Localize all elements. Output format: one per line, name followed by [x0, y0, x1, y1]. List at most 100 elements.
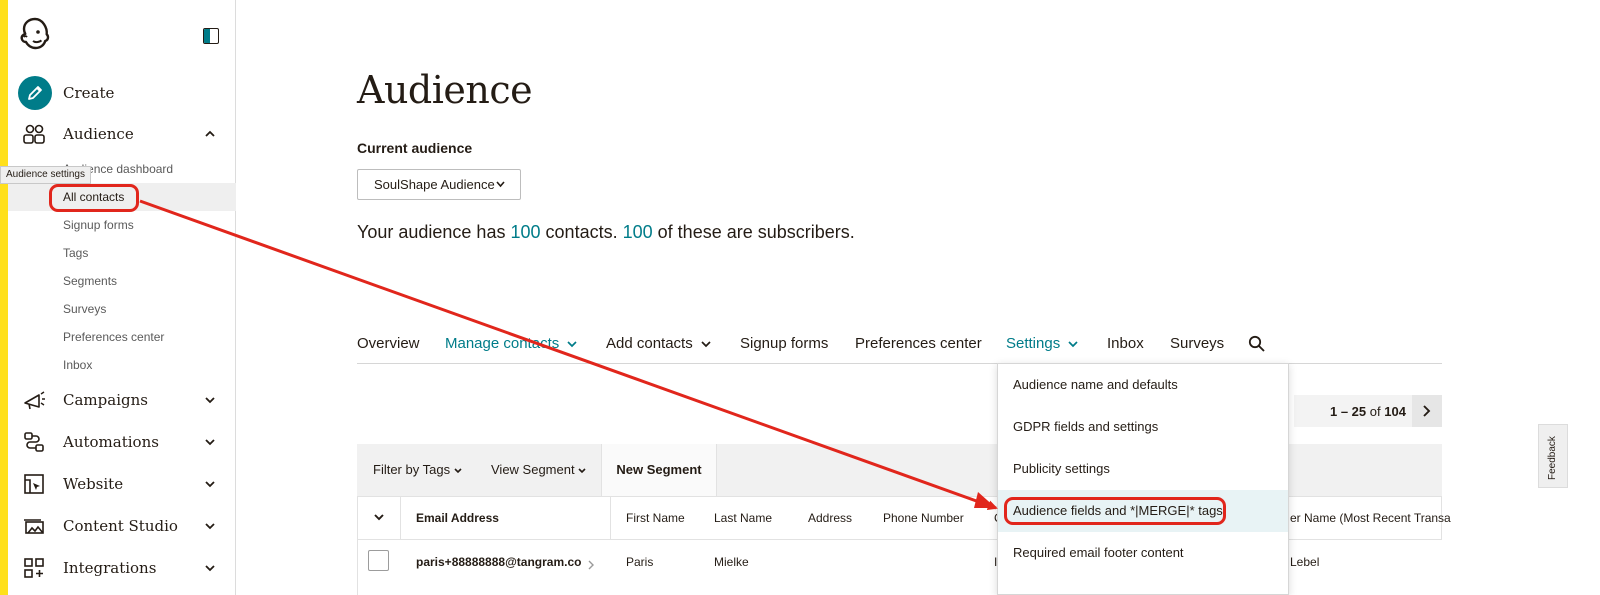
search-icon[interactable] [1248, 335, 1265, 352]
chevron-right-icon [1423, 405, 1431, 417]
chevron-down-icon [701, 340, 711, 347]
workflow-icon [24, 432, 44, 452]
annotation-highlight-all-contacts [49, 184, 139, 212]
page-of-label: of [1369, 404, 1381, 419]
brand-stripe [0, 0, 8, 595]
chevron-right-icon [588, 560, 594, 570]
tab-signup-forms[interactable]: Signup forms [740, 335, 828, 352]
sidebar-item-website[interactable]: Website [8, 466, 236, 502]
chevron-up-icon[interactable] [203, 127, 217, 141]
summary-suffix: of these are subscribers. [657, 222, 855, 242]
mailchimp-logo-icon[interactable] [18, 15, 52, 53]
tab-preferences-center[interactable]: Preferences center [855, 335, 982, 352]
summary-middle: contacts. [545, 222, 618, 242]
column-header-address[interactable]: Address [808, 511, 852, 525]
column-header-phone[interactable]: Phone Number [883, 511, 964, 525]
chevron-down-icon[interactable] [203, 519, 217, 533]
filter-by-tags-dropdown[interactable]: Filter by Tags [373, 462, 462, 477]
view-segment-dropdown[interactable]: View Segment [491, 462, 586, 477]
sidebar-item-label: Automations [63, 433, 159, 451]
sidebar-item-content-studio[interactable]: Content Studio [8, 508, 236, 544]
tab-overview[interactable]: Overview [357, 335, 420, 352]
filter-label: View Segment [491, 462, 575, 477]
current-audience-label: Current audience [357, 140, 473, 156]
column-divider [400, 497, 401, 539]
chevron-down-icon [578, 468, 586, 474]
menu-item-required-footer[interactable]: Required email footer content [998, 532, 1288, 574]
cell-last-name: Mielke [714, 555, 749, 569]
column-header-first-name[interactable]: First Name [626, 511, 685, 525]
sidebar-item-campaigns[interactable]: Campaigns [8, 382, 236, 418]
panel-icon [204, 29, 210, 43]
sidebar-item-automations[interactable]: Automations [8, 424, 236, 460]
next-page-button[interactable] [1412, 395, 1442, 427]
contacts-count-link[interactable]: 100 [510, 222, 540, 242]
chevron-down-icon [496, 181, 505, 188]
tab-label: Settings [1006, 335, 1061, 352]
megaphone-icon [24, 391, 45, 410]
tab-surveys[interactable]: Surveys [1170, 335, 1224, 352]
cell-customer-name: Lebel [1290, 555, 1320, 569]
tab-label: Add contacts [606, 335, 693, 352]
cell-first-name: Paris [626, 555, 654, 569]
sidebar-item-label: Audience [63, 125, 134, 143]
chevron-down-icon[interactable] [203, 561, 217, 575]
filter-label: Filter by Tags [373, 462, 451, 477]
sidebar-subitem-preferences-center[interactable]: Preferences center [63, 326, 164, 348]
tab-label: Manage contacts [445, 335, 560, 352]
feedback-label: Feedback [1547, 436, 1558, 480]
page-total: 104 [1384, 404, 1406, 419]
column-header-email[interactable]: Email Address [416, 511, 499, 525]
chevron-down-icon [454, 468, 462, 474]
collapse-sidebar-button[interactable] [203, 28, 219, 44]
cell-email[interactable]: paris+88888888@tangram.co [416, 555, 581, 569]
sidebar: Create Audience Audience dashboard All c… [8, 0, 236, 595]
sidebar-subitem-signup-forms[interactable]: Signup forms [63, 214, 134, 236]
sidebar-item-label: Content Studio [63, 517, 178, 535]
sidebar-subitem-segments[interactable]: Segments [63, 270, 117, 292]
menu-item-publicity-settings[interactable]: Publicity settings [998, 448, 1288, 490]
column-header-customer-name[interactable]: er Name (Most Recent Transa [1290, 511, 1451, 525]
menu-item-audience-name-defaults[interactable]: Audience name and defaults [998, 364, 1288, 406]
summary-prefix: Your audience has [357, 222, 506, 242]
audience-summary: Your audience has 100 contacts. 100 of t… [357, 222, 855, 243]
column-header-last-name[interactable]: Last Name [714, 511, 772, 525]
audience-icon [23, 124, 45, 144]
settings-dropdown-menu: Audience name and defaults GDPR fields a… [997, 363, 1289, 595]
tab-settings[interactable]: Settings [1006, 335, 1078, 352]
page-range: 1 – 25 [1330, 404, 1367, 419]
pagination: 1 – 25 of 104 [1294, 395, 1442, 427]
audience-tabs: Overview Manage contacts Add contacts Si… [357, 330, 1442, 364]
sidebar-subitem-tags[interactable]: Tags [63, 242, 88, 264]
subscribers-count-link[interactable]: 100 [623, 222, 653, 242]
chevron-down-icon[interactable] [203, 393, 217, 407]
sidebar-tooltip: Audience settings [0, 166, 91, 184]
annotation-highlight-merge-tags [1004, 497, 1226, 525]
menu-item-gdpr-fields[interactable]: GDPR fields and settings [998, 406, 1288, 448]
sidebar-item-label: Website [63, 475, 124, 493]
image-stack-icon [24, 519, 44, 534]
sidebar-item-create[interactable]: Create [8, 75, 236, 111]
sidebar-subitem-inbox[interactable]: Inbox [63, 354, 92, 376]
tab-add-contacts[interactable]: Add contacts [606, 335, 711, 352]
feedback-tab[interactable]: Feedback [1538, 424, 1568, 488]
grid-plus-icon [24, 558, 44, 578]
sidebar-subitem-surveys[interactable]: Surveys [63, 298, 106, 320]
new-segment-button[interactable]: New Segment [601, 444, 717, 496]
chevron-down-icon[interactable] [203, 477, 217, 491]
sidebar-item-label: Integrations [63, 559, 157, 577]
cursor-window-icon [24, 474, 44, 494]
sidebar-item-label: Campaigns [63, 391, 148, 409]
chevron-down-icon[interactable] [374, 514, 384, 521]
chevron-down-icon[interactable] [203, 435, 217, 449]
sidebar-item-audience[interactable]: Audience [8, 116, 236, 152]
row-checkbox[interactable] [368, 550, 389, 571]
selected-audience: SoulShape Audience [374, 177, 495, 192]
sidebar-item-label: Create [63, 84, 115, 102]
tab-inbox[interactable]: Inbox [1107, 335, 1144, 352]
chevron-down-icon [567, 340, 577, 347]
tab-manage-contacts[interactable]: Manage contacts [445, 335, 577, 352]
column-divider [610, 497, 611, 539]
sidebar-item-integrations[interactable]: Integrations [8, 550, 236, 586]
audience-selector[interactable]: SoulShape Audience [357, 169, 521, 200]
